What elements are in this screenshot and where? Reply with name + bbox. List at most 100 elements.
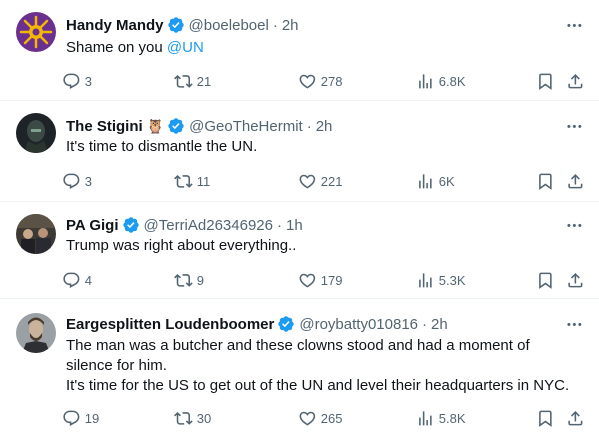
user-handle[interactable]: @roybatty010816 bbox=[299, 316, 418, 333]
like-count: 278 bbox=[320, 73, 343, 89]
like-button[interactable]: 221 bbox=[298, 171, 342, 191]
tweet-header: The Stigini 🦉 @GeoTheHermit · 2h bbox=[66, 116, 332, 136]
share-button[interactable] bbox=[566, 71, 585, 91]
tweet-text-line: silence for him. bbox=[66, 357, 167, 374]
share-button[interactable] bbox=[566, 171, 585, 191]
views-icon bbox=[416, 72, 435, 91]
display-name[interactable]: PA Gigi bbox=[66, 217, 119, 234]
mention-link[interactable]: @UN bbox=[167, 39, 204, 56]
views-icon bbox=[416, 172, 435, 191]
like-button[interactable]: 278 bbox=[298, 71, 342, 91]
tweet-text: It's time to dismantle the UN. bbox=[66, 137, 586, 157]
bookmark-icon bbox=[536, 72, 555, 91]
verified-badge-icon[interactable] bbox=[122, 216, 140, 234]
tweet-text-line: Trump was right about everything.. bbox=[66, 237, 297, 254]
retweet-count: 21 bbox=[196, 73, 212, 89]
retweet-button[interactable]: 30 bbox=[174, 408, 211, 428]
bookmark-icon bbox=[536, 172, 555, 191]
display-name[interactable]: The Stigini bbox=[66, 118, 143, 135]
like-count: 265 bbox=[320, 410, 343, 426]
verified-badge-icon[interactable] bbox=[167, 117, 185, 135]
user-handle[interactable]: @boeleboel bbox=[189, 17, 269, 34]
avatar[interactable] bbox=[16, 113, 56, 153]
more-icon[interactable] bbox=[564, 116, 584, 136]
timestamp[interactable]: 2h bbox=[316, 118, 333, 135]
retweet-button[interactable]: 9 bbox=[174, 270, 204, 290]
tweet-actions: 19 30 265 5.8K bbox=[62, 408, 592, 428]
reply-icon bbox=[62, 72, 81, 91]
reply-button[interactable]: 4 bbox=[62, 270, 92, 290]
bookmark-button[interactable] bbox=[536, 71, 555, 91]
avatar[interactable] bbox=[16, 313, 56, 353]
view-count: 6.8K bbox=[438, 73, 466, 89]
share-button[interactable] bbox=[566, 270, 585, 290]
like-button[interactable]: 265 bbox=[298, 408, 342, 428]
retweet-icon bbox=[174, 271, 193, 290]
separator-dot: · bbox=[272, 16, 278, 34]
verified-badge-icon[interactable] bbox=[167, 16, 185, 34]
avatar[interactable] bbox=[16, 214, 56, 254]
tweet[interactable]: Handy Mandy @boeleboel · 2h Shame on you… bbox=[0, 0, 599, 101]
views-button[interactable]: 5.8K bbox=[416, 408, 466, 428]
tweet[interactable]: The Stigini 🦉 @GeoTheHermit · 2h It's ti… bbox=[0, 101, 599, 202]
more-icon[interactable] bbox=[564, 215, 584, 235]
tweet-text-line: The man was a butcher and these clowns s… bbox=[66, 337, 530, 354]
reply-button[interactable]: 3 bbox=[62, 71, 92, 91]
tweet-actions: 3 11 221 6K bbox=[62, 171, 592, 191]
separator-dot: · bbox=[276, 216, 282, 234]
retweet-button[interactable]: 21 bbox=[174, 71, 211, 91]
tweet-header: Eargesplitten Loudenboomer @roybatty0108… bbox=[66, 314, 448, 334]
views-button[interactable]: 6.8K bbox=[416, 71, 466, 91]
reply-count: 3 bbox=[84, 173, 92, 189]
like-icon bbox=[298, 172, 317, 191]
tweet-actions: 4 9 179 5.3K bbox=[62, 270, 592, 290]
tweet-text-line: Shame on you bbox=[66, 39, 167, 56]
tweet-header: Handy Mandy @boeleboel · 2h bbox=[66, 15, 299, 35]
avatar[interactable] bbox=[16, 12, 56, 52]
views-button[interactable]: 6K bbox=[416, 171, 455, 191]
bookmark-button[interactable] bbox=[536, 408, 555, 428]
user-handle[interactable]: @TerriAd26346926 bbox=[144, 217, 273, 234]
reply-count: 19 bbox=[84, 410, 100, 426]
share-icon bbox=[566, 271, 585, 290]
display-name[interactable]: Eargesplitten Loudenboomer bbox=[66, 316, 274, 333]
retweet-count: 11 bbox=[196, 173, 211, 189]
reply-icon bbox=[62, 271, 81, 290]
timestamp[interactable]: 1h bbox=[286, 217, 303, 234]
reply-icon bbox=[62, 409, 81, 428]
reply-button[interactable]: 19 bbox=[62, 408, 99, 428]
like-icon bbox=[298, 409, 317, 428]
more-icon[interactable] bbox=[564, 15, 584, 35]
display-name[interactable]: Handy Mandy bbox=[66, 17, 164, 34]
like-button[interactable]: 179 bbox=[298, 270, 342, 290]
retweet-count: 9 bbox=[196, 272, 204, 288]
separator-dot: · bbox=[306, 117, 312, 135]
verified-badge-icon[interactable] bbox=[277, 315, 295, 333]
share-icon bbox=[566, 72, 585, 91]
tweet-text-line: It's time for the US to get out of the U… bbox=[66, 377, 570, 394]
views-button[interactable]: 5.3K bbox=[416, 270, 466, 290]
reply-count: 3 bbox=[84, 73, 92, 89]
retweet-button[interactable]: 11 bbox=[174, 171, 210, 191]
views-icon bbox=[416, 271, 435, 290]
tweet-text: Shame on you @UN bbox=[66, 38, 586, 58]
user-handle[interactable]: @GeoTheHermit bbox=[189, 118, 303, 135]
reply-count: 4 bbox=[84, 272, 92, 288]
like-count: 179 bbox=[320, 272, 343, 288]
reply-button[interactable]: 3 bbox=[62, 171, 92, 191]
timestamp[interactable]: 2h bbox=[431, 316, 448, 333]
bookmark-button[interactable] bbox=[536, 171, 555, 191]
tweet[interactable]: Eargesplitten Loudenboomer @roybatty0108… bbox=[0, 299, 599, 434]
tweet-actions: 3 21 278 6.8K bbox=[62, 71, 592, 91]
bookmark-icon bbox=[536, 271, 555, 290]
more-icon[interactable] bbox=[564, 314, 584, 334]
timestamp[interactable]: 2h bbox=[282, 17, 299, 34]
owl-emoji: 🦉 bbox=[146, 117, 165, 134]
like-count: 221 bbox=[320, 173, 343, 189]
share-button[interactable] bbox=[566, 408, 585, 428]
tweet[interactable]: PA Gigi @TerriAd26346926 · 1h Trump was … bbox=[0, 202, 599, 299]
view-count: 5.8K bbox=[438, 410, 466, 426]
view-count: 5.3K bbox=[438, 272, 466, 288]
views-icon bbox=[416, 409, 435, 428]
bookmark-button[interactable] bbox=[536, 270, 555, 290]
